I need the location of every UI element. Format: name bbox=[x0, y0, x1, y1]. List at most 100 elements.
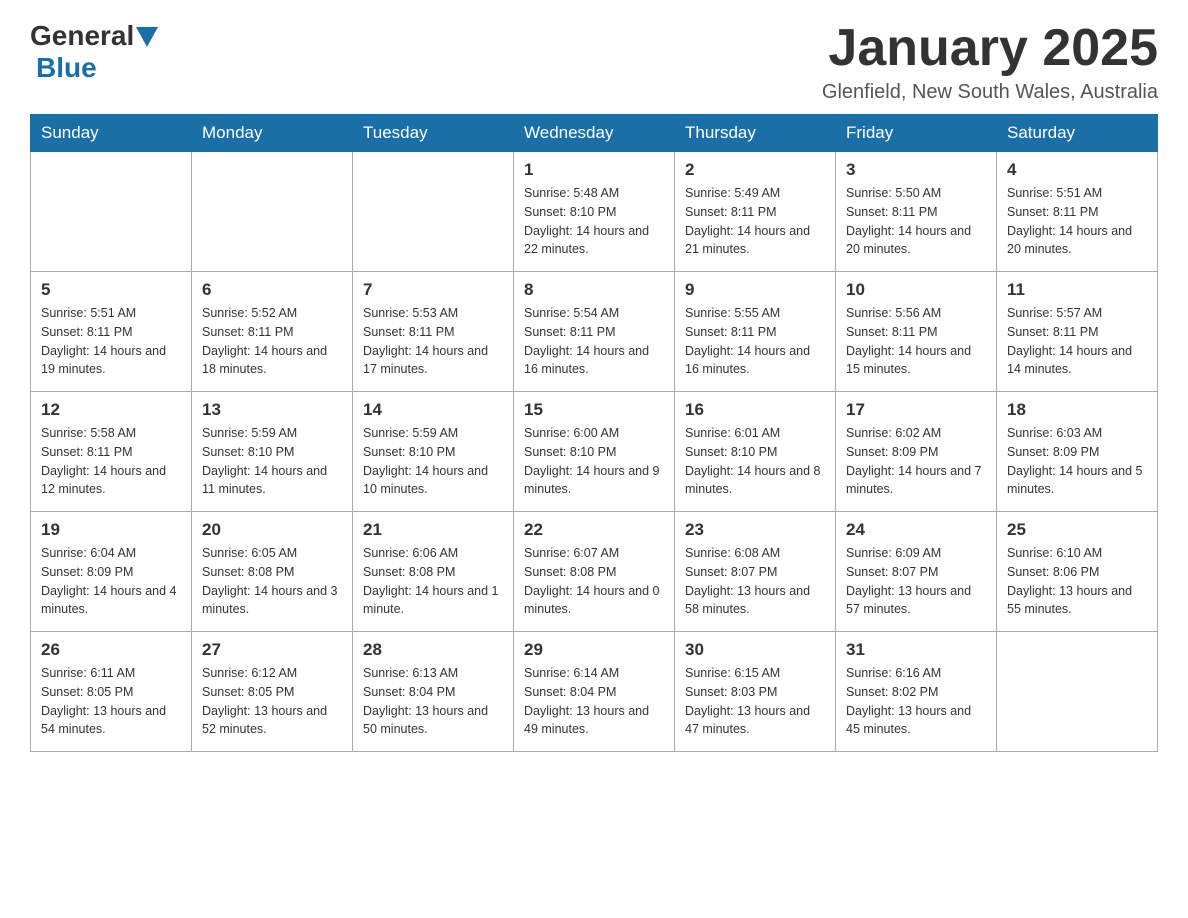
day-info: Sunrise: 6:05 AM Sunset: 8:08 PM Dayligh… bbox=[202, 544, 342, 619]
logo-general-text: General bbox=[30, 20, 134, 52]
week-row-5: 26 Sunrise: 6:11 AM Sunset: 8:05 PM Dayli… bbox=[31, 632, 1158, 752]
day-info: Sunrise: 5:52 AM Sunset: 8:11 PM Dayligh… bbox=[202, 304, 342, 379]
calendar-cell: 12 Sunrise: 5:58 AM Sunset: 8:11 PM Dayli… bbox=[31, 392, 192, 512]
header-day-wednesday: Wednesday bbox=[514, 115, 675, 152]
day-number: 2 bbox=[685, 160, 825, 180]
day-info: Sunrise: 5:57 AM Sunset: 8:11 PM Dayligh… bbox=[1007, 304, 1147, 379]
logo-triangle-icon bbox=[136, 27, 158, 47]
day-number: 18 bbox=[1007, 400, 1147, 420]
calendar-cell: 24 Sunrise: 6:09 AM Sunset: 8:07 PM Dayli… bbox=[836, 512, 997, 632]
title-block: January 2025 Glenfield, New South Wales,… bbox=[822, 20, 1158, 104]
day-number: 31 bbox=[846, 640, 986, 660]
day-info: Sunrise: 5:55 AM Sunset: 8:11 PM Dayligh… bbox=[685, 304, 825, 379]
calendar-cell: 7 Sunrise: 5:53 AM Sunset: 8:11 PM Daylig… bbox=[353, 272, 514, 392]
day-number: 10 bbox=[846, 280, 986, 300]
day-number: 9 bbox=[685, 280, 825, 300]
day-number: 3 bbox=[846, 160, 986, 180]
week-row-2: 5 Sunrise: 5:51 AM Sunset: 8:11 PM Daylig… bbox=[31, 272, 1158, 392]
day-info: Sunrise: 6:12 AM Sunset: 8:05 PM Dayligh… bbox=[202, 664, 342, 739]
calendar-cell: 27 Sunrise: 6:12 AM Sunset: 8:05 PM Dayli… bbox=[192, 632, 353, 752]
logo-blue-text: Blue bbox=[36, 52, 97, 84]
day-number: 25 bbox=[1007, 520, 1147, 540]
day-number: 8 bbox=[524, 280, 664, 300]
day-number: 23 bbox=[685, 520, 825, 540]
day-info: Sunrise: 6:02 AM Sunset: 8:09 PM Dayligh… bbox=[846, 424, 986, 499]
calendar-cell: 9 Sunrise: 5:55 AM Sunset: 8:11 PM Daylig… bbox=[675, 272, 836, 392]
calendar-cell: 5 Sunrise: 5:51 AM Sunset: 8:11 PM Daylig… bbox=[31, 272, 192, 392]
day-number: 1 bbox=[524, 160, 664, 180]
day-info: Sunrise: 6:09 AM Sunset: 8:07 PM Dayligh… bbox=[846, 544, 986, 619]
day-number: 22 bbox=[524, 520, 664, 540]
calendar-cell: 1Sunrise: 5:48 AM Sunset: 8:10 PM Daylig… bbox=[514, 152, 675, 272]
day-number: 6 bbox=[202, 280, 342, 300]
day-number: 20 bbox=[202, 520, 342, 540]
day-number: 14 bbox=[363, 400, 503, 420]
week-row-4: 19 Sunrise: 6:04 AM Sunset: 8:09 PM Dayli… bbox=[31, 512, 1158, 632]
calendar-cell: 3 Sunrise: 5:50 AM Sunset: 8:11 PM Daylig… bbox=[836, 152, 997, 272]
calendar-cell: 28Sunrise: 6:13 AM Sunset: 8:04 PM Dayli… bbox=[353, 632, 514, 752]
day-number: 27 bbox=[202, 640, 342, 660]
calendar-cell: 21 Sunrise: 6:06 AM Sunset: 8:08 PM Dayli… bbox=[353, 512, 514, 632]
calendar-cell: 23 Sunrise: 6:08 AM Sunset: 8:07 PM Dayli… bbox=[675, 512, 836, 632]
header-day-thursday: Thursday bbox=[675, 115, 836, 152]
header-day-tuesday: Tuesday bbox=[353, 115, 514, 152]
calendar-cell bbox=[31, 152, 192, 272]
day-number: 21 bbox=[363, 520, 503, 540]
day-number: 5 bbox=[41, 280, 181, 300]
calendar-table: SundayMondayTuesdayWednesdayThursdayFrid… bbox=[30, 114, 1158, 752]
day-info: Sunrise: 5:53 AM Sunset: 8:11 PM Dayligh… bbox=[363, 304, 503, 379]
calendar-cell: 29 Sunrise: 6:14 AM Sunset: 8:04 PM Dayli… bbox=[514, 632, 675, 752]
day-number: 29 bbox=[524, 640, 664, 660]
calendar-cell: 22Sunrise: 6:07 AM Sunset: 8:08 PM Dayli… bbox=[514, 512, 675, 632]
day-number: 19 bbox=[41, 520, 181, 540]
calendar-cell bbox=[353, 152, 514, 272]
header-day-friday: Friday bbox=[836, 115, 997, 152]
day-number: 30 bbox=[685, 640, 825, 660]
page-header: General Blue January 2025 Glenfield, New… bbox=[30, 20, 1158, 104]
day-number: 13 bbox=[202, 400, 342, 420]
day-number: 7 bbox=[363, 280, 503, 300]
calendar-cell: 13 Sunrise: 5:59 AM Sunset: 8:10 PM Dayli… bbox=[192, 392, 353, 512]
calendar-cell bbox=[997, 632, 1158, 752]
day-info: Sunrise: 5:49 AM Sunset: 8:11 PM Dayligh… bbox=[685, 184, 825, 259]
day-info: Sunrise: 6:03 AM Sunset: 8:09 PM Dayligh… bbox=[1007, 424, 1147, 499]
day-number: 4 bbox=[1007, 160, 1147, 180]
calendar-cell: 8 Sunrise: 5:54 AM Sunset: 8:11 PM Daylig… bbox=[514, 272, 675, 392]
calendar-cell: 18 Sunrise: 6:03 AM Sunset: 8:09 PM Dayli… bbox=[997, 392, 1158, 512]
calendar-cell: 19 Sunrise: 6:04 AM Sunset: 8:09 PM Dayli… bbox=[31, 512, 192, 632]
day-number: 12 bbox=[41, 400, 181, 420]
day-info: Sunrise: 5:54 AM Sunset: 8:11 PM Dayligh… bbox=[524, 304, 664, 379]
header-day-sunday: Sunday bbox=[31, 115, 192, 152]
week-row-3: 12 Sunrise: 5:58 AM Sunset: 8:11 PM Dayli… bbox=[31, 392, 1158, 512]
calendar-cell: 20 Sunrise: 6:05 AM Sunset: 8:08 PM Dayli… bbox=[192, 512, 353, 632]
calendar-cell: 25 Sunrise: 6:10 AM Sunset: 8:06 PM Dayli… bbox=[997, 512, 1158, 632]
day-info: Sunrise: 6:16 AM Sunset: 8:02 PM Dayligh… bbox=[846, 664, 986, 739]
day-info: Sunrise: 6:11 AM Sunset: 8:05 PM Dayligh… bbox=[41, 664, 181, 739]
calendar-cell: 10Sunrise: 5:56 AM Sunset: 8:11 PM Dayli… bbox=[836, 272, 997, 392]
header-row: SundayMondayTuesdayWednesdayThursdayFrid… bbox=[31, 115, 1158, 152]
calendar-cell: 2 Sunrise: 5:49 AM Sunset: 8:11 PM Daylig… bbox=[675, 152, 836, 272]
day-info: Sunrise: 5:58 AM Sunset: 8:11 PM Dayligh… bbox=[41, 424, 181, 499]
calendar-cell bbox=[192, 152, 353, 272]
day-info: Sunrise: 5:50 AM Sunset: 8:11 PM Dayligh… bbox=[846, 184, 986, 259]
day-info: Sunrise: 6:00 AM Sunset: 8:10 PM Dayligh… bbox=[524, 424, 664, 499]
day-number: 26 bbox=[41, 640, 181, 660]
day-info: Sunrise: 6:08 AM Sunset: 8:07 PM Dayligh… bbox=[685, 544, 825, 619]
day-number: 11 bbox=[1007, 280, 1147, 300]
header-day-monday: Monday bbox=[192, 115, 353, 152]
day-info: Sunrise: 5:59 AM Sunset: 8:10 PM Dayligh… bbox=[202, 424, 342, 499]
logo: General Blue bbox=[30, 20, 158, 84]
calendar-cell: 30Sunrise: 6:15 AM Sunset: 8:03 PM Dayli… bbox=[675, 632, 836, 752]
day-info: Sunrise: 6:14 AM Sunset: 8:04 PM Dayligh… bbox=[524, 664, 664, 739]
day-info: Sunrise: 5:51 AM Sunset: 8:11 PM Dayligh… bbox=[41, 304, 181, 379]
calendar-cell: 16Sunrise: 6:01 AM Sunset: 8:10 PM Dayli… bbox=[675, 392, 836, 512]
day-info: Sunrise: 6:06 AM Sunset: 8:08 PM Dayligh… bbox=[363, 544, 503, 619]
calendar-cell: 11 Sunrise: 5:57 AM Sunset: 8:11 PM Dayli… bbox=[997, 272, 1158, 392]
day-number: 15 bbox=[524, 400, 664, 420]
calendar-cell: 14 Sunrise: 5:59 AM Sunset: 8:10 PM Dayli… bbox=[353, 392, 514, 512]
day-info: Sunrise: 6:10 AM Sunset: 8:06 PM Dayligh… bbox=[1007, 544, 1147, 619]
day-number: 16 bbox=[685, 400, 825, 420]
day-number: 24 bbox=[846, 520, 986, 540]
day-info: Sunrise: 5:59 AM Sunset: 8:10 PM Dayligh… bbox=[363, 424, 503, 499]
day-info: Sunrise: 6:04 AM Sunset: 8:09 PM Dayligh… bbox=[41, 544, 181, 619]
